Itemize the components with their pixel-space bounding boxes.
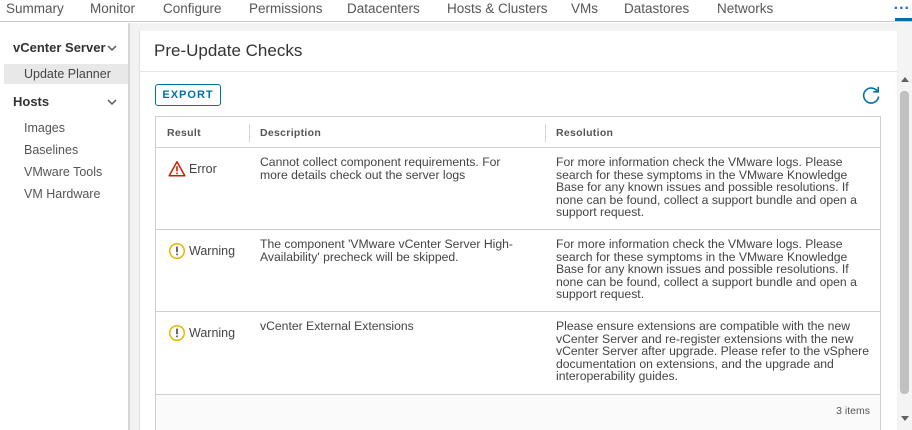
result-label: Error — [189, 162, 217, 176]
table-row: Warning The component 'VMware vCenter Se… — [156, 230, 880, 312]
table-row: Warning vCenter External Extensions Plea… — [156, 312, 880, 395]
tab-hosts-clusters[interactable]: Hosts & Clusters — [447, 1, 548, 16]
top-tab-bar: Summary Monitor Configure Permissions Da… — [0, 0, 912, 22]
sidebar-item-vm-hardware[interactable]: VM Hardware — [24, 187, 100, 201]
result-cell: Warning — [168, 242, 235, 260]
scroll-up-arrow-icon[interactable] — [901, 77, 909, 82]
description-cell: Cannot collect component requirements. F… — [260, 155, 501, 182]
refresh-icon[interactable] — [860, 84, 882, 106]
sidebar-item-update-planner[interactable]: Update Planner — [24, 67, 111, 81]
column-separator[interactable] — [249, 124, 250, 142]
sidebar-group-vcenter-server[interactable]: vCenter Server — [13, 40, 106, 55]
column-separator[interactable] — [545, 124, 546, 142]
tab-monitor[interactable]: Monitor — [90, 1, 135, 16]
chevron-down-icon[interactable] — [106, 96, 118, 108]
sidebar-group-hosts[interactable]: Hosts — [13, 94, 49, 109]
divider — [139, 71, 897, 72]
scroll-down-arrow-icon[interactable] — [901, 416, 909, 421]
export-button[interactable]: EXPORT — [155, 84, 221, 106]
error-triangle-icon — [168, 161, 186, 177]
description-cell: vCenter External Extensions — [260, 319, 414, 333]
result-cell: Error — [168, 160, 217, 178]
table-row: Error Cannot collect component requireme… — [156, 148, 880, 230]
grid-footer: 3 items — [156, 395, 880, 430]
column-header-description[interactable]: Description — [260, 127, 321, 139]
description-cell: The component 'VMware vCenter Server Hig… — [260, 237, 513, 264]
result-label: Warning — [189, 244, 236, 258]
sidebar-item-baselines[interactable]: Baselines — [24, 143, 78, 157]
scrollbar-thumb[interactable] — [900, 91, 909, 394]
sidebar — [0, 23, 128, 430]
column-header-resolution[interactable]: Resolution — [556, 127, 613, 139]
tab-permissions[interactable]: Permissions — [249, 1, 323, 16]
tab-datastores[interactable]: Datastores — [624, 1, 689, 16]
tab-vms[interactable]: VMs — [571, 1, 598, 16]
active-tab-indicator — [895, 18, 912, 21]
vertical-scrollbar[interactable] — [898, 23, 912, 430]
item-count: 3 items — [836, 405, 870, 417]
tab-summary[interactable]: Summary — [6, 1, 64, 16]
sidebar-item-images[interactable]: Images — [24, 121, 65, 135]
sidebar-item-vmware-tools[interactable]: VMware Tools — [24, 165, 102, 179]
tab-configure[interactable]: Configure — [163, 1, 222, 16]
result-label: Warning — [189, 326, 236, 340]
resolution-cell: For more information check the VMware lo… — [556, 237, 857, 301]
resolution-cell: For more information check the VMware lo… — [556, 155, 857, 219]
chevron-down-icon[interactable] — [106, 42, 118, 54]
tab-networks[interactable]: Networks — [717, 1, 773, 16]
grid-header: Result Description Resolution — [156, 117, 880, 148]
warning-circle-icon — [168, 324, 186, 342]
resolution-cell: Please ensure extensions are compatible … — [556, 319, 869, 383]
more-tabs-icon[interactable]: ... — [894, 0, 910, 14]
tab-datacenters[interactable]: Datacenters — [347, 1, 420, 16]
result-cell: Warning — [168, 324, 235, 342]
warning-circle-icon — [168, 242, 186, 260]
page-title: Pre-Update Checks — [154, 41, 303, 60]
column-header-result[interactable]: Result — [167, 127, 201, 139]
pre-update-checks-grid: Result Description Resolution Error Cann… — [155, 116, 881, 430]
